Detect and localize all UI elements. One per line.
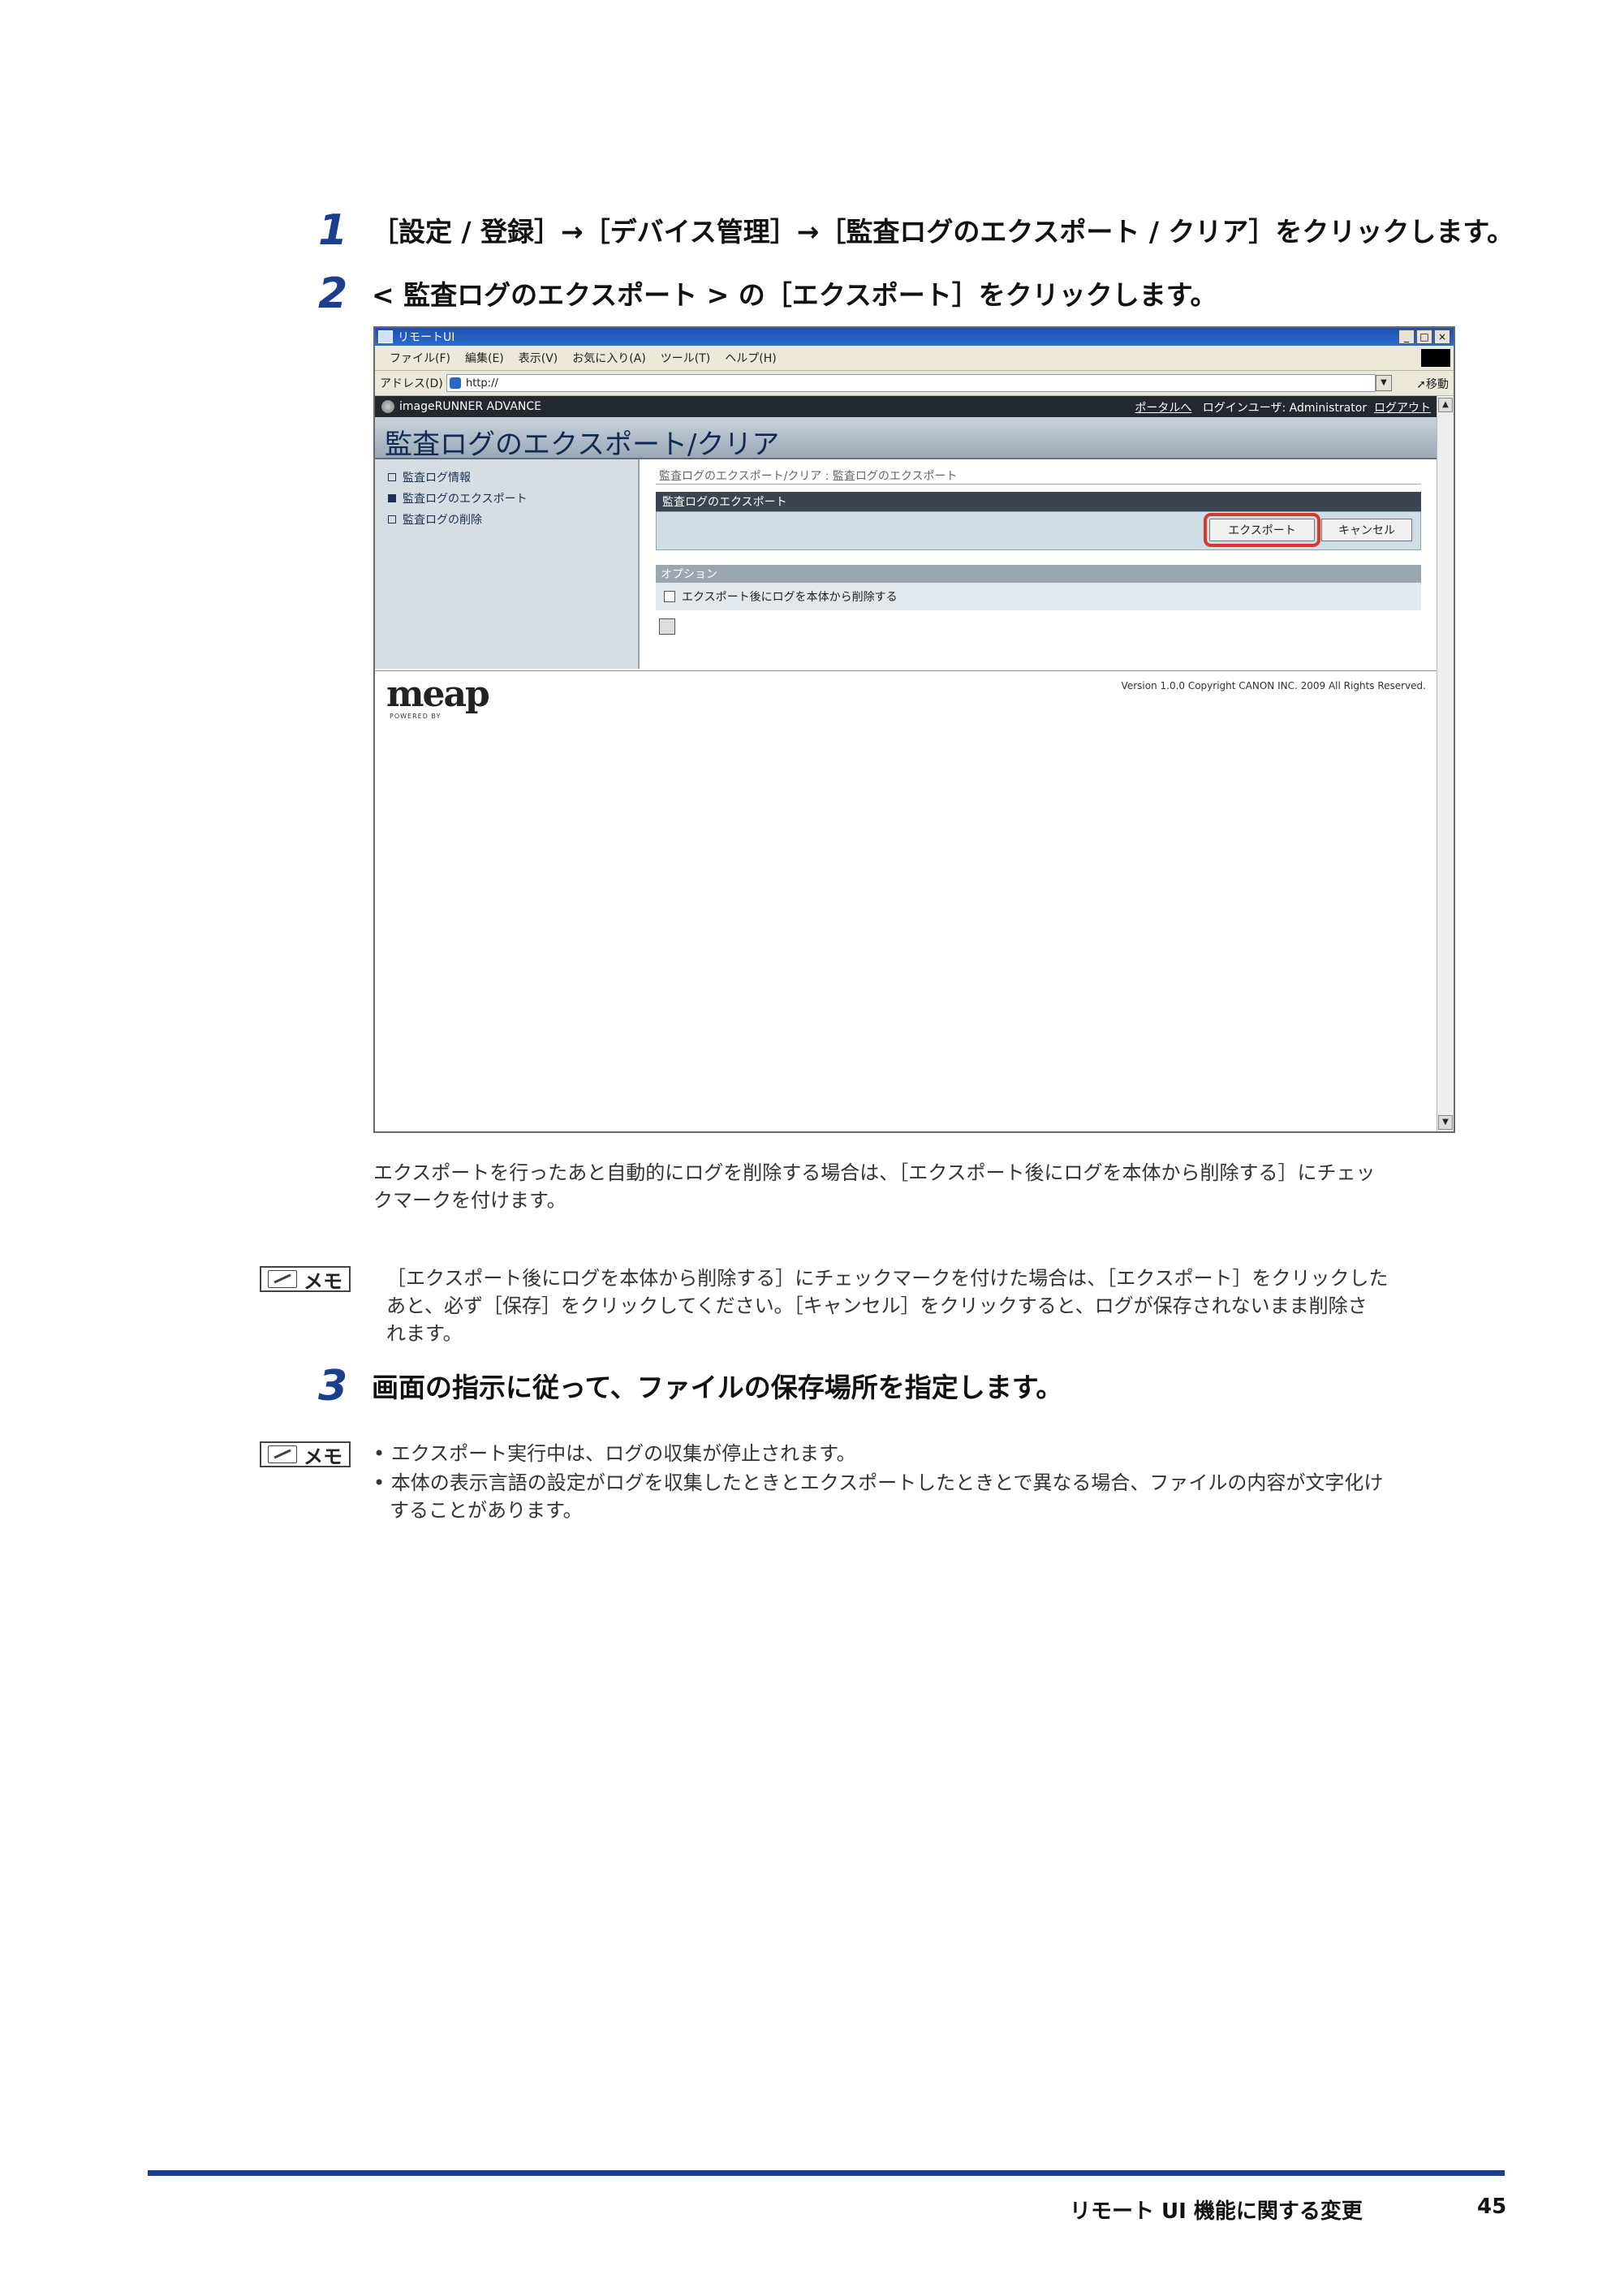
delete-after-export-label: エクスポート後にログを本体から削除する: [682, 591, 898, 604]
memo1-line-2: あと、必ず［保存］をクリックしてください。［キャンセル］をクリックすると、ログが…: [386, 1294, 1368, 1317]
portal-link[interactable]: ポータルへ: [1135, 402, 1191, 415]
nav-label: 監査ログの削除: [403, 514, 482, 527]
memo2-bullet-2-line-2: することがあります。: [390, 1499, 583, 1522]
page-top-icon[interactable]: [659, 618, 675, 635]
main-area: 監査ログのエクスポート/クリア : 監査ログのエクスポート 監査ログのエクスポー…: [640, 459, 1437, 669]
memo2-bullet-1: • エクスポート実行中は、ログの収集が停止されます。: [373, 1442, 856, 1465]
side-nav: 監査ログ情報 監査ログのエクスポート 監査ログの削除: [375, 459, 640, 669]
breadcrumb: 監査ログのエクスポート/クリア : 監査ログのエクスポート: [659, 470, 958, 483]
option-row: エクスポート後にログを本体から削除する: [656, 583, 1421, 610]
section-header: 監査ログのエクスポート: [656, 492, 1421, 511]
section-body: エクスポート キャンセル: [656, 511, 1421, 550]
go-button[interactable]: ➚移動: [1416, 376, 1449, 392]
nav-label: 監査ログ情報: [403, 472, 471, 485]
browser-window: リモートUI _ □ × ファイル(F) 編集(E) 表示(V) お気に入り(A…: [373, 326, 1455, 1133]
app-icon: [378, 330, 393, 343]
page-number: 45: [1477, 2195, 1507, 2219]
memo1-line-1: ［エクスポート後にログを本体から削除する］にチェックマークを付けた場合は、［エク…: [386, 1267, 1389, 1290]
address-bar: アドレス(D) http:// ▼ ➚移動: [375, 371, 1454, 396]
powered-by-label: POWERED BY: [390, 713, 442, 720]
nav-bullet-icon: [388, 515, 396, 523]
menu-tools[interactable]: ツール(T): [661, 350, 710, 366]
window-titlebar: リモートUI _ □ ×: [375, 328, 1454, 346]
minimize-button[interactable]: _: [1398, 330, 1415, 344]
title-banner: 監査ログのエクスポート/クリア: [375, 417, 1437, 461]
memo-pencil-icon: [268, 1445, 297, 1463]
brand-name: imageRUNNER ADVANCE: [399, 400, 542, 413]
explanation-line-2: クマークを付けます。: [373, 1189, 566, 1212]
page-title: 監査ログのエクスポート/クリア: [385, 429, 780, 461]
memo-badge-1: メモ: [260, 1266, 351, 1293]
address-dropdown-icon[interactable]: ▼: [1376, 375, 1392, 391]
scroll-up-icon[interactable]: ▲: [1438, 398, 1453, 412]
step-number-1: 1: [318, 206, 348, 255]
copyright-text: Version 1.0.0 Copyright CANON INC. 2009 …: [1121, 680, 1426, 691]
window-title: リモートUI: [398, 331, 455, 344]
menu-favorites[interactable]: お気に入り(A): [572, 350, 646, 366]
meap-logo: meap: [386, 674, 490, 715]
step-text-3: 画面の指示に従って、ファイルの保存場所を指定します。: [372, 1372, 1063, 1403]
memo-label: メモ: [304, 1269, 342, 1293]
memo-pencil-icon: [268, 1270, 297, 1288]
step-text-2: < 監査ログのエクスポート > の［エクスポート］をクリックします。: [372, 279, 1217, 311]
scroll-down-icon[interactable]: ▼: [1438, 1115, 1453, 1130]
menu-file[interactable]: ファイル(F): [390, 350, 450, 366]
page-content: imageRUNNER ADVANCE ポータルへ ログインユーザ: Admin…: [375, 396, 1437, 1131]
nav-bullet-icon: [388, 494, 396, 502]
breadcrumb-divider: [656, 484, 1421, 485]
vertical-scrollbar[interactable]: ▲ ▼: [1437, 396, 1454, 1131]
login-user: ログインユーザ: Administrator: [1202, 402, 1368, 415]
ie-page-icon: [450, 377, 461, 389]
maximize-button[interactable]: □: [1416, 330, 1432, 344]
explanation-line-1: エクスポートを行ったあと自動的にログを削除する場合は、［エクスポート後にログを本…: [373, 1161, 1376, 1184]
menu-view[interactable]: 表示(V): [519, 350, 558, 366]
menu-bar: ファイル(F) 編集(E) 表示(V) お気に入り(A) ツール(T) ヘルプ(…: [375, 346, 1454, 371]
memo2-bullet-2-line-1: • 本体の表示言語の設定がログを収集したときとエクスポートしたときとで異なる場合…: [373, 1471, 1384, 1494]
logout-link[interactable]: ログアウト: [1374, 402, 1431, 415]
windows-logo-icon: [1421, 349, 1450, 367]
nav-item-audit-log-info[interactable]: 監査ログ情報: [388, 469, 471, 485]
address-label: アドレス(D): [380, 377, 443, 390]
footer-title: リモート UI 機能に関する変更: [1070, 2199, 1363, 2224]
go-label: 移動: [1426, 378, 1449, 391]
export-button[interactable]: エクスポート: [1204, 513, 1320, 547]
step-number-2: 2: [318, 269, 348, 318]
close-button[interactable]: ×: [1434, 330, 1450, 344]
app-header: imageRUNNER ADVANCE ポータルへ ログインユーザ: Admin…: [375, 396, 1437, 417]
memo-label: メモ: [304, 1445, 342, 1468]
delete-after-export-checkbox[interactable]: [664, 591, 675, 602]
step-text-1: ［設定 / 登録］→［デバイス管理］→［監査ログのエクスポート / クリア］をク…: [372, 216, 1514, 248]
address-value: http://: [466, 377, 498, 390]
options-header: オプション: [656, 565, 1421, 583]
menu-edit[interactable]: 編集(E): [465, 350, 504, 366]
nav-item-delete[interactable]: 監査ログの削除: [388, 511, 482, 528]
address-input[interactable]: http://: [446, 374, 1376, 392]
step-number-3: 3: [318, 1362, 348, 1411]
brand-logo-icon: [381, 400, 394, 413]
memo1-line-3: れます。: [386, 1322, 463, 1345]
footer-divider: [375, 670, 1437, 671]
nav-label: 監査ログのエクスポート: [403, 493, 528, 506]
memo-badge-2: メモ: [260, 1441, 351, 1468]
nav-bullet-icon: [388, 473, 396, 481]
cancel-button[interactable]: キャンセル: [1321, 519, 1412, 541]
menu-help[interactable]: ヘルプ(H): [725, 350, 776, 366]
nav-item-export[interactable]: 監査ログのエクスポート: [388, 490, 528, 506]
footer-rule: [148, 2170, 1505, 2176]
